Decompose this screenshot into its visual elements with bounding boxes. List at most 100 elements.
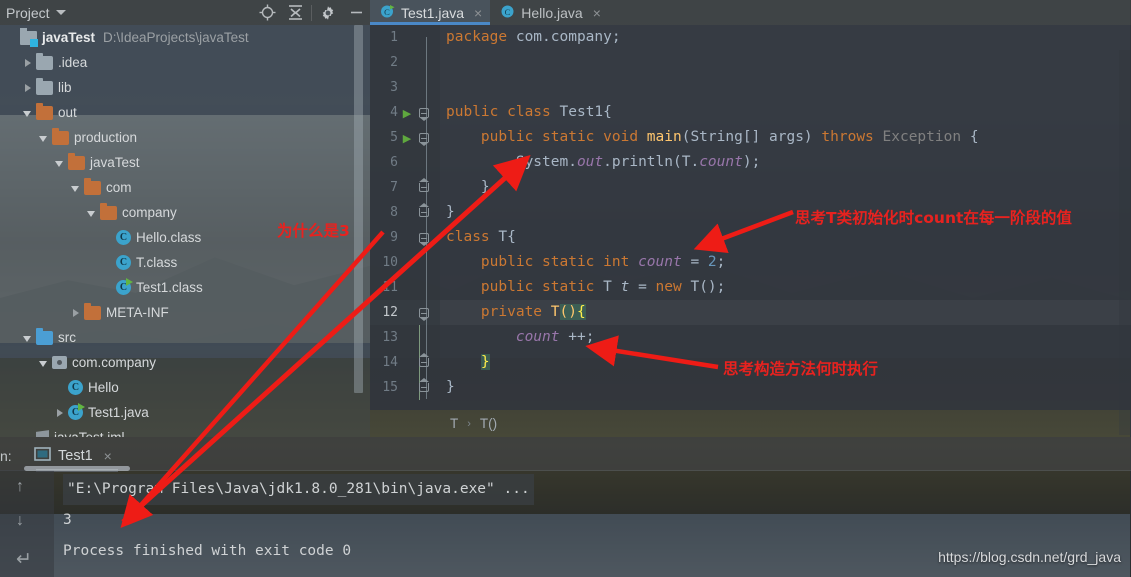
gutter-line-3[interactable]: 3 [370,75,440,100]
gutter-line-12[interactable]: 12 [370,300,440,325]
tree-item-label: javaTest [42,30,96,45]
code-line-6: System.out.println(T.count); [446,154,761,170]
gear-icon[interactable] [314,0,342,25]
scroll-up-icon[interactable]: ↑ [16,478,24,496]
gutter-line-11[interactable]: 11 [370,275,440,300]
tree-item-test1-java[interactable]: C Test1.java [0,400,370,425]
gutter-line-5[interactable]: 5 ▶ [370,125,440,150]
java-class-runnable-icon: C [116,278,133,295]
gutter-line-7[interactable]: 7 [370,175,440,200]
tree-item-production[interactable]: production [0,125,370,150]
chevron-right-icon[interactable] [22,57,34,69]
chevron-down-icon[interactable] [38,132,50,144]
gutter-line-9[interactable]: 9 [370,225,440,250]
gutter-line-2[interactable]: 2 [370,50,440,75]
run-gutter-icon[interactable]: ▶ [400,104,414,122]
line-number: 14 [382,355,398,370]
line-number: 11 [382,280,398,295]
chevron-down-icon[interactable] [55,10,66,15]
chevron-down-icon[interactable] [22,332,34,344]
java-class-icon: C [116,230,131,245]
code-fold-icon[interactable] [416,133,432,146]
line-number: 7 [390,180,398,195]
folder-orange-icon [84,302,101,320]
close-icon[interactable]: × [474,5,482,21]
editor-tab-label: Hello.java [521,4,583,21]
tree-item-hello[interactable]: C Hello [0,375,370,400]
tree-item-meta-inf[interactable]: META-INF [0,300,370,325]
code-fold-icon[interactable] [416,233,432,246]
chevron-down-icon[interactable] [54,157,66,169]
code-line-5: public static void main(String[] args) t… [480,129,979,145]
project-root-icon [20,27,38,47]
chevron-right-icon[interactable] [54,407,66,419]
tree-item-test1-class[interactable]: C Test1.class [0,275,370,300]
code-line-12: private T(){ [480,304,586,320]
gutter-line-13[interactable]: 13 [370,325,440,350]
gutter-line-8[interactable]: 8 [370,200,440,225]
breadcrumb-item-constructor[interactable]: T() [480,416,497,431]
run-panel-label: n: [0,448,12,464]
tree-item-label: com [106,180,132,195]
editor-tab-test1[interactable]: C Test1.java × [370,0,491,25]
code-fold-icon[interactable] [416,378,432,392]
tree-item-lib[interactable]: lib [0,75,370,100]
code-line-9: class T{ [446,229,516,245]
breadcrumb[interactable]: T › T() [370,410,1131,437]
code-fold-icon[interactable] [416,308,432,321]
code-fold-icon[interactable] [416,108,432,121]
tree-item-com-company[interactable]: com.company [0,350,370,375]
gutter-line-15[interactable]: 15 [370,375,440,400]
chevron-down-icon[interactable] [86,207,98,219]
tree-item-label: Hello [88,380,119,395]
scroll-down-icon[interactable]: ↓ [16,512,24,530]
breadcrumb-item-class[interactable]: T [450,416,458,431]
svg-text:C: C [384,7,390,17]
close-icon[interactable]: × [593,5,601,21]
editor-tab-hello[interactable]: C Hello.java × [490,0,609,25]
project-panel-selector[interactable]: Project [0,5,253,21]
tree-item-javatest-iml[interactable]: javaTest.iml [0,425,370,437]
chevron-down-icon[interactable] [38,357,50,369]
folder-orange-icon [84,177,101,195]
gutter-line-6[interactable]: 6 [370,150,440,175]
tree-item-javatest[interactable]: javaTest [0,150,370,175]
locate-icon[interactable] [253,0,281,25]
project-tree-scrollbar[interactable] [354,25,363,393]
gutter-line-14[interactable]: 14 [370,350,440,375]
chevron-right-icon[interactable] [70,307,82,319]
hide-panel-icon[interactable] [342,0,370,25]
gutter-line-10[interactable]: 10 [370,250,440,275]
chevron-down-icon[interactable] [70,182,82,194]
tree-item-idea[interactable]: .idea [0,50,370,75]
annotation-constructor-when: 思考构造方法何时执行 [723,360,879,378]
code-fold-icon[interactable] [416,353,432,367]
close-icon[interactable]: × [104,448,112,464]
annotation-count-stage: 思考T类初始化时count在每一阶段的值 [795,209,1072,227]
run-gutter-icon[interactable]: ▶ [400,129,414,147]
tree-item-out[interactable]: out [0,100,370,125]
tree-item-label: T.class [136,255,178,270]
tree-item-src[interactable]: src [0,325,370,350]
code-line-1: package com.company; [446,29,621,45]
line-number: 8 [390,205,398,220]
tree-item-label: com.company [72,355,157,370]
line-number: 5 [390,130,398,145]
tree-item-label: out [58,105,77,120]
code-fold-icon[interactable] [416,203,432,217]
editor-gutter[interactable]: 1 2 3 4 ▶ 5 ▶ 6 7 8 9 10 11 12 13 14 15 [370,25,440,410]
chevron-right-icon[interactable] [22,82,34,94]
run-configuration-icon [34,447,51,465]
tree-item-t-class[interactable]: C T.class [0,250,370,275]
editor-scrollbar[interactable] [1119,50,1131,435]
tree-item-label: META-INF [106,305,169,320]
code-fold-icon[interactable] [416,178,432,192]
collapse-all-icon[interactable] [281,0,309,25]
soft-wrap-icon[interactable]: ↵ [16,548,32,571]
chevron-down-icon[interactable] [22,107,34,119]
gutter-line-4[interactable]: 4 ▶ [370,100,440,125]
gutter-line-1[interactable]: 1 [370,25,440,50]
tree-item-com[interactable]: com [0,175,370,200]
tree-item-javatest[interactable]: javaTest D:\IdeaProjects\javaTest [0,25,370,50]
